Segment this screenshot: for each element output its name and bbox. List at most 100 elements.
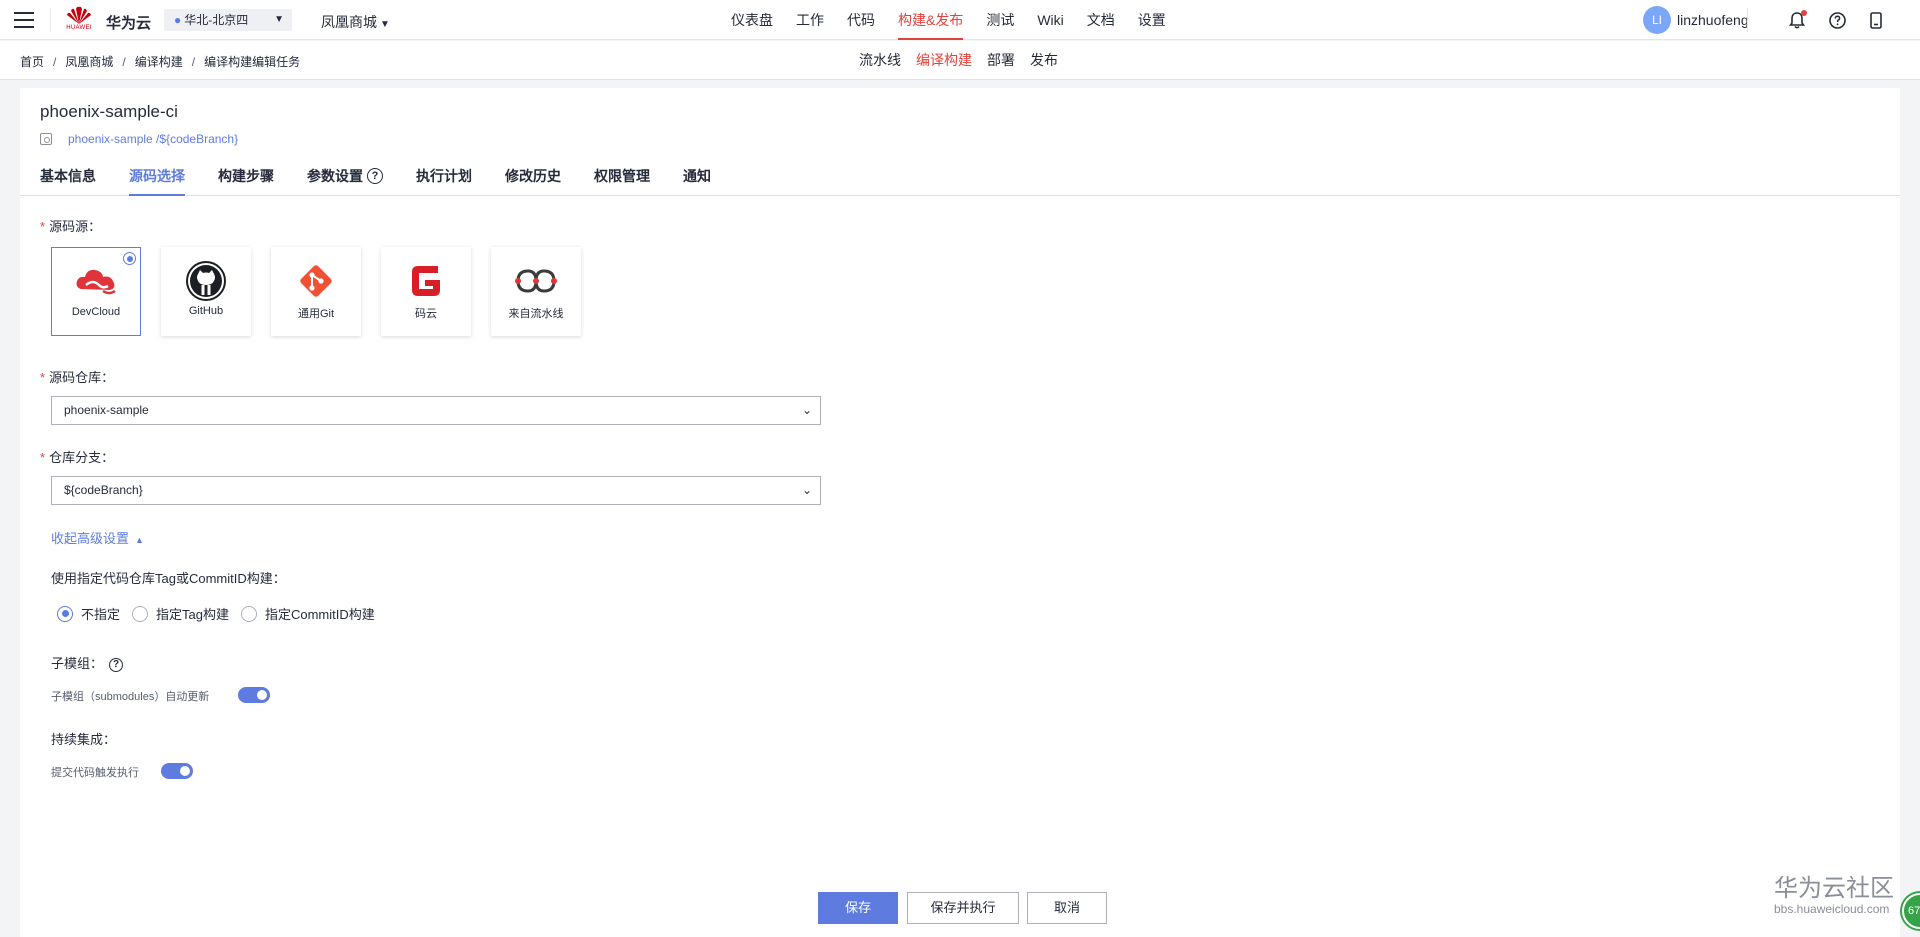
- bell-icon[interactable]: [1787, 10, 1807, 30]
- breadcrumb-build[interactable]: 编译构建: [135, 55, 183, 69]
- nav-work[interactable]: 工作: [796, 0, 824, 40]
- source-label: * 源码源：: [40, 216, 101, 235]
- repo-reference-link[interactable]: phoenix-sample /${codeBranch}: [68, 132, 238, 146]
- breadcrumb-project[interactable]: 凤凰商城: [65, 55, 113, 69]
- logo-text: HUAWEI: [66, 25, 92, 31]
- tab-basic-info[interactable]: 基本信息: [40, 156, 96, 195]
- repository-icon: [40, 133, 52, 145]
- nav-test[interactable]: 测试: [986, 0, 1014, 40]
- radio-circle: [57, 605, 73, 622]
- user-menu[interactable]: LI linzhuofeng: [1643, 6, 1749, 34]
- source-option-git[interactable]: 通用Git: [271, 247, 361, 336]
- caret-up-icon: ▲: [135, 535, 144, 545]
- tab-label: 源码选择: [129, 167, 185, 184]
- tab-notifications[interactable]: 通知: [683, 156, 711, 195]
- subnav-pipeline[interactable]: 流水线: [859, 41, 901, 79]
- tab-label: 修改历史: [505, 167, 561, 184]
- required-mark: *: [40, 219, 46, 234]
- subnav-deploy[interactable]: 部署: [987, 41, 1015, 79]
- huawei-flower-icon: [67, 6, 91, 24]
- branch-select[interactable]: ${codeBranch} ⌄: [51, 476, 821, 505]
- source-option-pipeline[interactable]: 来自流水线: [491, 247, 581, 336]
- brand-name[interactable]: 华为云: [106, 12, 151, 33]
- source-option-devcloud[interactable]: DevCloud: [51, 247, 141, 336]
- tab-build-steps[interactable]: 构建步骤: [218, 156, 274, 195]
- nav-settings[interactable]: 设置: [1138, 0, 1166, 40]
- tab-label: 基本信息: [40, 167, 96, 184]
- cancel-button[interactable]: 取消: [1027, 892, 1107, 924]
- ci-switch-label: 提交代码触发执行: [51, 767, 139, 779]
- repository-value: phoenix-sample: [64, 403, 149, 417]
- source-options: DevCloud GitHub 通用Git 码云 来自流水线: [51, 247, 601, 336]
- source-option-gitee[interactable]: 码云: [381, 247, 471, 336]
- divider: [50, 8, 51, 32]
- region-selector[interactable]: ● 华北-北京四 ▼: [164, 9, 292, 31]
- huawei-logo[interactable]: HUAWEI: [64, 5, 94, 32]
- save-and-run-button[interactable]: 保存并执行: [907, 892, 1019, 924]
- tag-commit-label: 使用指定代码仓库Tag或CommitID构建：: [51, 571, 286, 586]
- nav-docs[interactable]: 文档: [1087, 0, 1115, 40]
- nav-code[interactable]: 代码: [847, 0, 875, 40]
- radio-label: 指定Tag构建: [156, 607, 229, 622]
- radio-circle: [240, 605, 257, 622]
- edit-job-card: phoenix-sample-ci phoenix-sample /${code…: [20, 88, 1900, 937]
- breadcrumb-home[interactable]: 首页: [20, 55, 44, 69]
- source-option-github[interactable]: GitHub: [161, 247, 251, 336]
- tab-bar: 基本信息 源码选择 构建步骤 参数设置? 执行计划 修改历史 权限管理 通知: [20, 156, 1900, 196]
- radio-specify-commit[interactable]: 指定CommitID构建: [240, 604, 375, 623]
- advanced-toggle-label: 收起高级设置: [51, 531, 130, 546]
- tab-label: 执行计划: [416, 167, 472, 184]
- nav-dashboard[interactable]: 仪表盘: [731, 0, 773, 40]
- chevron-down-icon: ⌄: [801, 483, 812, 497]
- tab-label: 构建步骤: [218, 167, 274, 184]
- watermark: 华为云社区 bbs.huaweicloud.com: [1774, 876, 1894, 917]
- question-mark-icon[interactable]: ?: [367, 167, 383, 184]
- required-mark: *: [40, 370, 46, 385]
- help-icon[interactable]: [1827, 10, 1847, 30]
- tab-history[interactable]: 修改历史: [505, 156, 561, 195]
- breadcrumb-current: 编译构建编辑任务: [204, 55, 301, 69]
- nav-build-release[interactable]: 构建&发布: [898, 0, 964, 40]
- notification-dot: [1801, 10, 1807, 16]
- radio-not-specified[interactable]: 不指定: [57, 604, 120, 623]
- repo-reference: phoenix-sample /${codeBranch}: [40, 132, 238, 146]
- tag-commit-radio-group: 不指定 指定Tag构建 指定CommitID构建: [57, 604, 387, 623]
- breadcrumb: 首页 / 凤凰商城 / 编译构建 / 编译构建编辑任务: [20, 53, 300, 70]
- location-pin-icon: ●: [174, 13, 182, 27]
- source-name: 通用Git: [297, 308, 335, 320]
- submodule-label: 子模组：?: [51, 653, 124, 672]
- radio-label: 指定CommitID构建: [264, 607, 375, 622]
- floating-badge[interactable]: 67: [1902, 893, 1920, 929]
- top-header: HUAWEI 华为云 ● 华北-北京四 ▼ 凤凰商城 ▼ 仪表盘 工作 代码 构建&…: [0, 0, 1920, 40]
- tab-parameters[interactable]: 参数设置?: [307, 156, 383, 195]
- source-name: 来自流水线: [508, 308, 564, 320]
- radio-circle: [132, 605, 149, 622]
- source-name: 码云: [415, 308, 437, 320]
- project-selector[interactable]: 凤凰商城 ▼: [321, 12, 390, 32]
- hamburger-menu-icon[interactable]: [14, 12, 34, 28]
- tab-permissions[interactable]: 权限管理: [594, 156, 650, 195]
- repo-label: * 源码仓库：: [40, 367, 114, 386]
- mobile-device-icon[interactable]: [1866, 10, 1886, 30]
- collapse-advanced-settings-link[interactable]: 收起高级设置 ▲: [51, 528, 144, 547]
- radio-specify-tag[interactable]: 指定Tag构建: [132, 604, 229, 623]
- subnav-release[interactable]: 发布: [1030, 41, 1058, 79]
- github-icon: [161, 259, 251, 303]
- branch-label: * 仓库分支：: [40, 447, 114, 466]
- breadcrumb-separator: /: [53, 55, 57, 69]
- repository-select[interactable]: phoenix-sample ⌄: [51, 396, 821, 425]
- question-mark-icon[interactable]: ?: [109, 657, 124, 672]
- submodule-auto-update-toggle[interactable]: [238, 687, 270, 703]
- branch-value: ${codeBranch}: [64, 483, 143, 497]
- save-button[interactable]: 保存: [818, 892, 898, 924]
- commit-trigger-toggle[interactable]: [161, 763, 193, 779]
- tab-schedule[interactable]: 执行计划: [416, 156, 472, 195]
- tab-source-selection[interactable]: 源码选择: [129, 156, 185, 196]
- submodule-label-text: 子模组：: [51, 656, 104, 671]
- main-nav: 仪表盘 工作 代码 构建&发布 测试 Wiki 文档 设置: [731, 0, 1189, 40]
- nav-wiki[interactable]: Wiki: [1037, 0, 1063, 40]
- tab-label: 通知: [683, 167, 711, 184]
- subnav-build[interactable]: 编译构建: [916, 41, 972, 79]
- region-label: 华北-北京四: [184, 13, 249, 27]
- selected-radio-icon: [123, 252, 136, 265]
